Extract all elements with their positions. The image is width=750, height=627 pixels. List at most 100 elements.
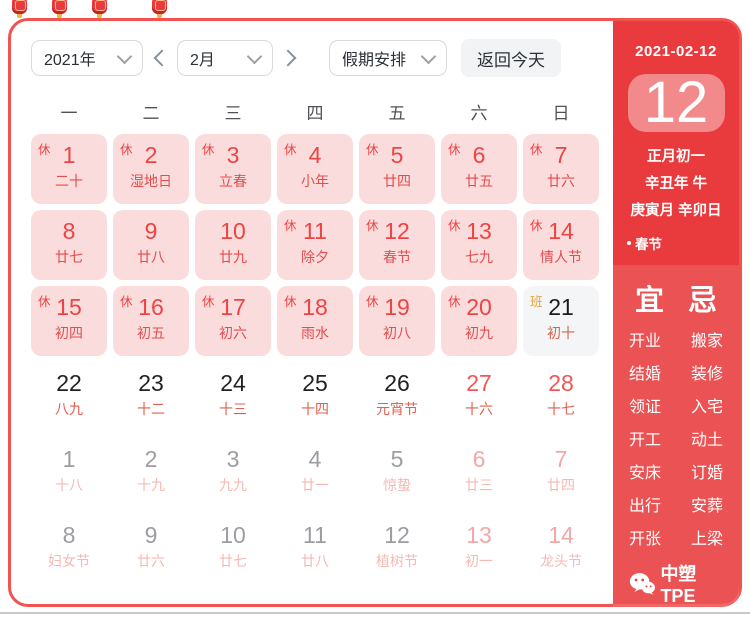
- calendar-day-cell[interactable]: 27十六: [441, 362, 517, 432]
- day-number: 3: [195, 445, 271, 473]
- lunar-label: 十三: [195, 399, 271, 419]
- calendar-day-cell[interactable]: 休18雨水: [277, 286, 353, 356]
- weekday-label: 五: [359, 99, 435, 124]
- month-select[interactable]: 2月: [177, 40, 273, 76]
- calendar-day-cell[interactable]: 休1二十: [31, 134, 107, 204]
- calendar-day-cell[interactable]: 7廿四: [523, 438, 599, 508]
- calendar-day-cell[interactable]: 休6廿五: [441, 134, 517, 204]
- day-number: 6: [441, 445, 517, 473]
- calendar-day-cell[interactable]: 13初一: [441, 514, 517, 584]
- calendar-day-cell[interactable]: 休3立春: [195, 134, 271, 204]
- calendar-day-cell[interactable]: 11廿八: [277, 514, 353, 584]
- lunar-label: 立春: [195, 171, 271, 191]
- calendar-day-cell[interactable]: 14龙头节: [523, 514, 599, 584]
- next-month-button[interactable]: [273, 40, 307, 76]
- calendar-day-cell[interactable]: 22八九: [31, 362, 107, 432]
- lunar-label: 廿六: [523, 171, 599, 191]
- calendar-card: 2021年 2月 假期安排 返回今天 一二三四五六日 休1二十休2湿地日休3立春…: [8, 18, 742, 607]
- lunar-label: 廿八: [113, 247, 189, 267]
- calendar-day-cell[interactable]: 9廿八: [113, 210, 189, 280]
- lantern-icon: [92, 0, 107, 14]
- almanac-item: 出行: [629, 490, 661, 523]
- day-number: 14: [523, 521, 599, 549]
- lunar-label: 妇女节: [31, 551, 107, 571]
- day-number: 22: [31, 369, 107, 397]
- calendar-day-cell[interactable]: 休7廿六: [523, 134, 599, 204]
- almanac-item: 订婚: [691, 457, 723, 490]
- day-number: 9: [113, 217, 189, 245]
- lunar-label: 廿五: [441, 171, 517, 191]
- lunar-label: 十七: [523, 399, 599, 419]
- work-badge: 班: [530, 291, 543, 310]
- lunar-label: 元宵节: [359, 399, 435, 419]
- calendar-day-cell[interactable]: 5惊蛰: [359, 438, 435, 508]
- calendar-day-cell[interactable]: 休11除夕: [277, 210, 353, 280]
- lunar-label: 初八: [359, 323, 435, 343]
- calendar-day-cell[interactable]: 休15初四: [31, 286, 107, 356]
- calendar-day-cell[interactable]: 6廿三: [441, 438, 517, 508]
- calendar-day-cell[interactable]: 休14情人节: [523, 210, 599, 280]
- calendar-day-cell[interactable]: 10廿七: [195, 514, 271, 584]
- rest-badge: 休: [38, 139, 51, 158]
- calendar-day-cell[interactable]: 班21初十: [523, 286, 599, 356]
- calendar-day-cell[interactable]: 23十二: [113, 362, 189, 432]
- lunar-label: 廿九: [195, 247, 271, 267]
- lunar-label: 惊蛰: [359, 475, 435, 495]
- lunar-label: 春节: [359, 247, 435, 267]
- lunar-label: 廿六: [113, 551, 189, 571]
- lunar-date: 正月初一: [613, 144, 739, 171]
- calendar-day-cell[interactable]: 10廿九: [195, 210, 271, 280]
- calendar-day-cell[interactable]: 28十七: [523, 362, 599, 432]
- bullet-icon: [627, 241, 631, 245]
- calendar-day-cell[interactable]: 休13七九: [441, 210, 517, 280]
- chevron-down-icon: [117, 48, 133, 64]
- calendar-day-cell[interactable]: 休16初五: [113, 286, 189, 356]
- wechat-icon: [629, 571, 655, 597]
- calendar-day-cell[interactable]: 2十九: [113, 438, 189, 508]
- weekday-label: 一: [31, 99, 107, 124]
- prev-month-button[interactable]: [143, 40, 177, 76]
- day-number: 11: [277, 521, 353, 549]
- yi-ji-section: 宜 忌 开业结婚领证开工安床出行开张 搬家装修入宅动土订婚安葬上梁: [613, 265, 739, 627]
- calendar-day-cell[interactable]: 休2湿地日: [113, 134, 189, 204]
- rest-badge: 休: [530, 215, 543, 234]
- back-to-today-button[interactable]: 返回今天: [461, 39, 561, 77]
- lunar-label: 初一: [441, 551, 517, 571]
- calendar-day-cell[interactable]: 25十四: [277, 362, 353, 432]
- calendar-day-cell[interactable]: 休17初六: [195, 286, 271, 356]
- calendar-day-cell[interactable]: 12植树节: [359, 514, 435, 584]
- calendar-day-cell[interactable]: 24十三: [195, 362, 271, 432]
- holiday-select-value: 假期安排: [342, 46, 406, 70]
- calendar-day-cell[interactable]: 9廿六: [113, 514, 189, 584]
- almanac-item: 装修: [691, 358, 723, 391]
- calendar-day-cell[interactable]: 休12春节: [359, 210, 435, 280]
- day-number: 8: [31, 521, 107, 549]
- holiday-select[interactable]: 假期安排: [329, 40, 447, 76]
- lunar-label: 七九: [441, 247, 517, 267]
- bottom-divider: [0, 612, 750, 614]
- day-number: 13: [441, 521, 517, 549]
- lunar-label: 初五: [113, 323, 189, 343]
- calendar-day-cell[interactable]: 休5廿四: [359, 134, 435, 204]
- almanac-item: 领证: [629, 391, 661, 424]
- almanac-item: 入宅: [691, 391, 723, 424]
- day-number: 24: [195, 369, 271, 397]
- rest-badge: 休: [366, 215, 379, 234]
- month-select-value: 2月: [190, 46, 215, 70]
- lunar-label: 初四: [31, 323, 107, 343]
- calendar-day-cell[interactable]: 8廿七: [31, 210, 107, 280]
- calendar-day-cell[interactable]: 26元宵节: [359, 362, 435, 432]
- lunar-label: 植树节: [359, 551, 435, 571]
- day-number: 26: [359, 369, 435, 397]
- calendar-day-cell[interactable]: 8妇女节: [31, 514, 107, 584]
- almanac-item: 结婚: [629, 358, 661, 391]
- calendar-day-cell[interactable]: 3九九: [195, 438, 271, 508]
- calendar-day-cell[interactable]: 1十八: [31, 438, 107, 508]
- ji-title: 忌: [688, 277, 717, 319]
- calendar-day-cell[interactable]: 休20初九: [441, 286, 517, 356]
- year-select[interactable]: 2021年: [31, 40, 143, 76]
- calendar-day-cell[interactable]: 4廿一: [277, 438, 353, 508]
- calendar-day-cell[interactable]: 休19初八: [359, 286, 435, 356]
- calendar-day-cell[interactable]: 休4小年: [277, 134, 353, 204]
- rest-badge: 休: [284, 291, 297, 310]
